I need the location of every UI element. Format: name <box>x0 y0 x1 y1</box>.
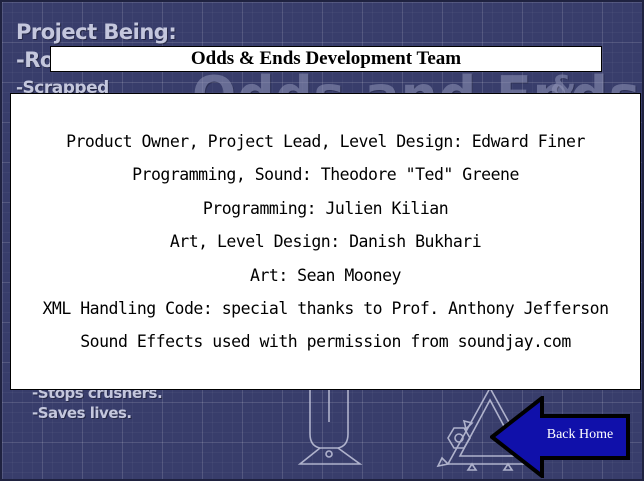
credit-line: Sound Effects used with permission from … <box>80 332 571 352</box>
crusher-blueprint-drawing <box>297 388 363 465</box>
credits-panel: Product Owner, Project Lead, Level Desig… <box>10 93 641 390</box>
credit-line: Product Owner, Project Lead, Level Desig… <box>66 132 585 151</box>
credit-line: Programming, Sound: Theodore "Ted" Green… <box>132 165 519 185</box>
page-title: Odds & Ends Development Team <box>50 46 602 72</box>
credit-line: Art, Level Design: Danish Bukhari <box>169 232 482 252</box>
credit-line: Art: Sean Mooney <box>250 265 401 285</box>
back-home-label: Back Home <box>546 427 614 442</box>
game-screen: Project Being: -Ro -Scrapped Odds and En… <box>0 0 644 481</box>
credit-line: Programming: Julien Kilian <box>202 198 449 218</box>
credit-line: XML Handling Code: special thanks to Pro… <box>42 298 609 318</box>
back-home-button[interactable]: Back Home <box>490 396 632 478</box>
